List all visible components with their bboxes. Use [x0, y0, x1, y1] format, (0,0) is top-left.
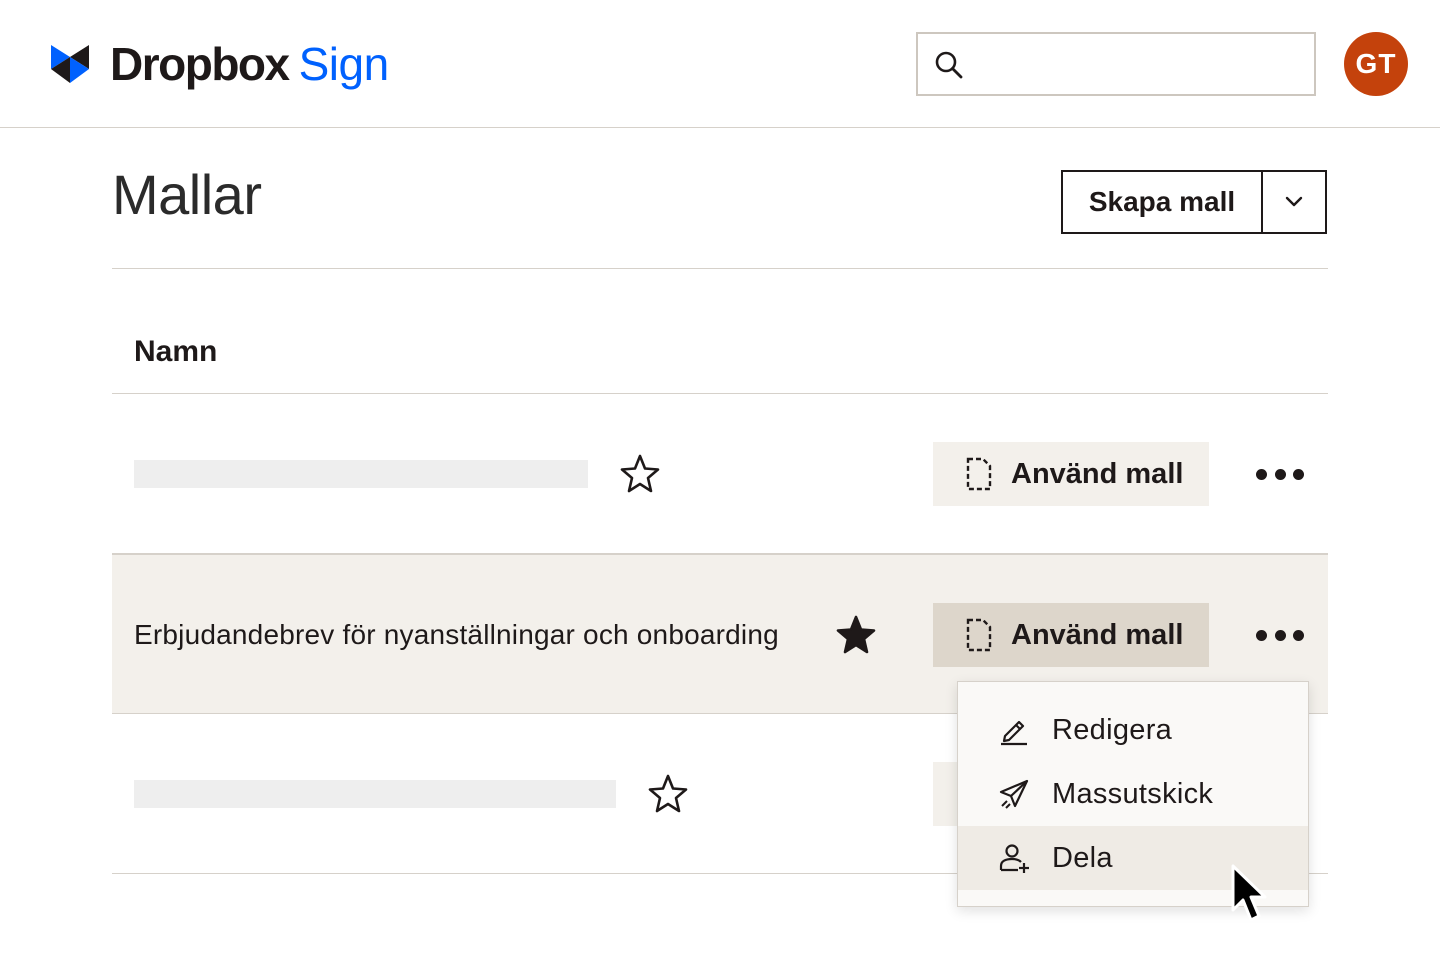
more-options-button[interactable] [1256, 458, 1304, 490]
menu-item-bulk-send[interactable]: Massutskick [958, 762, 1308, 826]
brand-primary: Dropbox [110, 38, 290, 90]
page-title: Mallar [112, 163, 262, 226]
table-row[interactable]: Använd mall [112, 394, 1328, 554]
brand-secondary: Sign [298, 38, 390, 90]
dot [1274, 468, 1286, 480]
search-input[interactable] [976, 34, 1306, 94]
chevron-down-icon [1285, 196, 1303, 207]
dot [1256, 468, 1267, 480]
column-header-name[interactable]: Namn [134, 332, 217, 372]
dropbox-sign-logo[interactable]: Dropbox Sign [48, 36, 389, 92]
use-template-button[interactable]: Använd mall [933, 442, 1209, 506]
template-name-placeholder [134, 780, 616, 808]
more-options-button[interactable] [1256, 619, 1304, 651]
star-outline-icon[interactable] [646, 772, 690, 816]
use-template-button[interactable]: Använd mall [933, 603, 1209, 667]
search-box[interactable] [916, 32, 1316, 96]
use-template-label: Använd mall [1011, 457, 1184, 490]
dot [1293, 629, 1304, 641]
use-template-label: Använd mall [1011, 618, 1184, 651]
divider [112, 268, 1328, 269]
paper-plane-icon [999, 779, 1029, 809]
dropbox-logo-icon [51, 45, 89, 83]
template-name-placeholder [134, 460, 588, 488]
brand-name: Dropbox Sign [110, 36, 389, 92]
menu-item-label: Massutskick [1052, 777, 1214, 810]
user-avatar[interactable]: GT [1344, 32, 1408, 96]
dot [1274, 629, 1286, 641]
template-name[interactable]: Erbjudandebrev för nyanställningar och o… [134, 613, 779, 657]
create-template-button[interactable]: Skapa mall [1063, 172, 1263, 232]
mouse-pointer-icon [1231, 864, 1267, 922]
dot [1256, 629, 1267, 641]
create-template-dropdown-button[interactable] [1263, 172, 1325, 232]
search-icon [935, 51, 963, 79]
document-icon [966, 457, 992, 491]
document-icon [966, 618, 992, 652]
dot [1293, 468, 1304, 480]
create-template-split-button: Skapa mall [1061, 170, 1327, 234]
top-header: Dropbox Sign GT [0, 0, 1440, 128]
pencil-icon [1001, 720, 1027, 746]
menu-item-label: Dela [1052, 841, 1113, 874]
menu-item-label: Redigera [1052, 713, 1173, 746]
menu-item-edit[interactable]: Redigera [958, 698, 1308, 762]
star-outline-icon[interactable] [618, 452, 662, 496]
star-filled-icon[interactable] [834, 613, 878, 657]
person-add-icon [999, 844, 1029, 873]
